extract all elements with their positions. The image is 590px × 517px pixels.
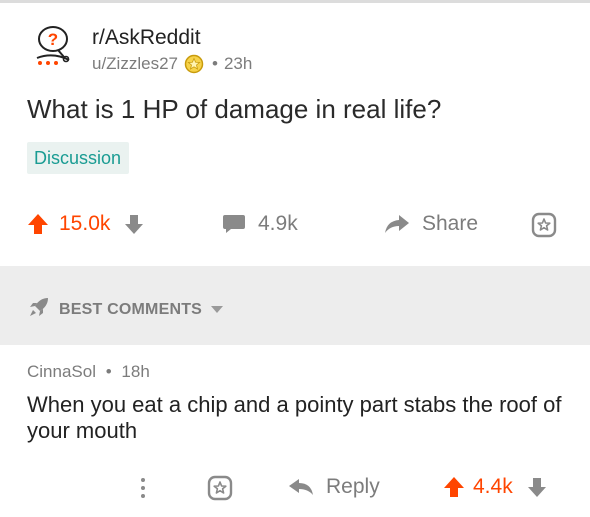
post-title[interactable]: What is 1 HP of damage in real life?	[27, 94, 441, 125]
upvote-arrow-icon[interactable]	[443, 475, 465, 499]
rocket-icon	[27, 295, 51, 324]
post-author[interactable]: u/Zizzles27	[92, 54, 178, 74]
comment-vote-group: 4.4k	[443, 475, 547, 499]
comment-meta: CinnaSol • 18h	[27, 362, 150, 382]
share-arrow-icon	[384, 213, 410, 235]
post-flair[interactable]: Discussion	[27, 142, 130, 174]
svg-text:?: ?	[48, 30, 58, 49]
comment-author[interactable]: CinnaSol	[27, 362, 96, 381]
comment-body: When you eat a chip and a pointy part st…	[27, 392, 562, 443]
sort-dropdown[interactable]: BEST COMMENTS	[27, 295, 224, 324]
post-action-bar: 15.0k 4.9k Share	[0, 206, 590, 246]
meta-separator: •	[211, 54, 218, 73]
share-label: Share	[422, 212, 479, 235]
comment-upvote-count: 4.4k	[473, 475, 513, 498]
upvote-arrow-icon[interactable]	[27, 212, 49, 236]
gold-award-icon[interactable]	[184, 54, 204, 74]
star-icon	[530, 211, 558, 239]
comment-sort-bar: BEST COMMENTS	[0, 266, 590, 345]
top-divider	[0, 0, 590, 3]
comment-bubble-icon	[222, 213, 246, 235]
comment-action-bar: Reply 4.4k	[0, 470, 590, 506]
comment-save-button[interactable]	[206, 474, 234, 502]
askreddit-snoo-icon[interactable]: ?	[30, 22, 76, 68]
chevron-down-icon	[210, 301, 224, 319]
reply-label: Reply	[326, 475, 380, 498]
sort-label: BEST COMMENTS	[59, 300, 203, 318]
comment-meta-separator: •	[105, 362, 112, 381]
reply-button[interactable]: Reply	[288, 475, 380, 499]
vote-group: 15.0k	[27, 212, 144, 236]
post-age: 23h	[223, 54, 253, 73]
star-icon	[206, 474, 234, 502]
subreddit-name[interactable]: r/AskReddit	[92, 26, 201, 50]
reply-arrow-icon	[288, 477, 314, 497]
save-button[interactable]	[530, 211, 558, 239]
comments-button[interactable]: 4.9k	[222, 212, 298, 236]
post-upvote-count: 15.0k	[59, 212, 111, 235]
post-meta: u/Zizzles27 • 23h	[92, 54, 252, 74]
more-options-button[interactable]	[133, 474, 153, 502]
downvote-arrow-icon[interactable]	[124, 213, 144, 235]
post-comment-count: 4.9k	[258, 212, 298, 235]
comment-age: 18h	[121, 362, 150, 381]
more-vertical-icon	[133, 474, 153, 502]
share-button[interactable]: Share	[384, 212, 478, 236]
downvote-arrow-icon[interactable]	[527, 476, 547, 498]
